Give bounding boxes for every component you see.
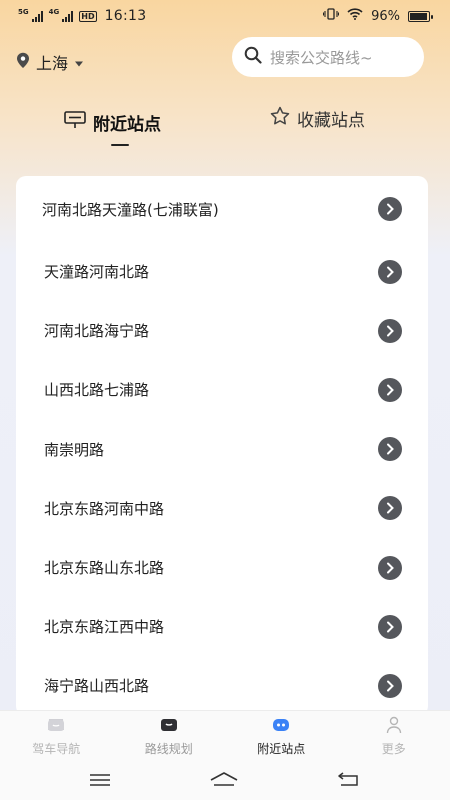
bottom-navigation: 驾车导航 路线规划 附近站点 更多: [0, 710, 450, 762]
signal-icon: [31, 10, 43, 22]
nav-label: 驾车导航: [32, 742, 81, 756]
nav-route-planning[interactable]: 路线规划: [119, 716, 219, 757]
route-plan-icon: [159, 716, 179, 737]
list-item[interactable]: 河南北路天潼路(七浦联富): [16, 176, 428, 242]
tab-favorite-stops[interactable]: 收藏站点: [270, 106, 365, 131]
search-placeholder: 搜索公交路线~: [270, 48, 373, 67]
system-navigation-bar: [0, 762, 450, 800]
signal-icon-2: [62, 10, 74, 22]
status-right: 96%: [323, 8, 433, 24]
stop-name: 海宁路山西北路: [44, 677, 150, 696]
stop-name: 北京东路河南中路: [44, 499, 165, 518]
chevron-right-icon[interactable]: [378, 555, 402, 580]
stop-name: 北京东路山东北路: [44, 559, 165, 578]
nearby-stop-icon: [271, 716, 291, 737]
list-item[interactable]: 北京东路河南中路: [16, 479, 428, 538]
chevron-right-icon[interactable]: [378, 318, 402, 343]
list-item[interactable]: 山西北路七浦路: [16, 360, 428, 419]
list-item[interactable]: 北京东路山东北路: [16, 538, 428, 597]
battery-percent: 96%: [371, 8, 400, 24]
stop-name: 河南北路海宁路: [44, 322, 150, 341]
car-nav-icon: [46, 716, 66, 737]
bus-stop-sign-icon: [64, 111, 86, 134]
list-item[interactable]: 南崇明路: [16, 420, 428, 479]
tab-label: 附近站点: [93, 115, 161, 135]
stop-tabs: 附近站点 收藏站点: [0, 100, 450, 160]
active-tab-indicator: [111, 144, 129, 146]
search-icon: [244, 46, 262, 68]
tab-label: 收藏站点: [297, 111, 365, 131]
search-input[interactable]: 搜索公交路线~: [232, 37, 424, 77]
chevron-right-icon[interactable]: [378, 673, 402, 698]
chevron-right-icon[interactable]: [378, 496, 402, 521]
network-type-1: 5G: [18, 8, 29, 16]
nav-label: 更多: [381, 742, 406, 756]
nav-label: 路线规划: [144, 742, 193, 756]
chevron-down-icon: [74, 53, 84, 72]
list-item[interactable]: 河南北路海宁路: [16, 301, 428, 360]
city-label: 上海: [36, 54, 69, 73]
wifi-icon: [347, 8, 363, 24]
network-type-2: 4G: [48, 8, 60, 16]
list-item[interactable]: 天潼路河南北路: [16, 242, 428, 301]
stop-name: 河南北路天潼路(七浦联富): [42, 200, 219, 219]
status-left: 5G 4G HD 16:13: [18, 8, 146, 24]
menu-icon[interactable]: [89, 772, 111, 791]
location-pin-icon: [16, 52, 30, 73]
chevron-right-icon[interactable]: [378, 614, 402, 639]
chevron-right-icon[interactable]: [378, 437, 402, 462]
more-user-icon: [384, 716, 404, 737]
status-bar: 5G 4G HD 16:13 96%: [0, 0, 450, 32]
chevron-right-icon[interactable]: [378, 259, 402, 284]
battery-icon: [408, 10, 433, 22]
chevron-right-icon[interactable]: [378, 377, 402, 402]
list-item[interactable]: 北京东路江西中路: [16, 597, 428, 656]
nav-nearby-stops[interactable]: 附近站点: [231, 716, 331, 757]
home-icon[interactable]: [209, 771, 239, 791]
nav-more[interactable]: 更多: [344, 716, 444, 757]
city-selector[interactable]: 上海: [16, 50, 84, 74]
back-icon[interactable]: [337, 771, 361, 791]
nav-label: 附近站点: [257, 742, 306, 756]
tab-nearby-stops[interactable]: 附近站点: [64, 110, 161, 135]
nearby-stops-list: 河南北路天潼路(七浦联富) 天潼路河南北路 河南北路海宁路 山西北路七浦路 南崇…: [16, 176, 428, 716]
chevron-right-icon[interactable]: [378, 197, 402, 221]
stop-name: 天潼路河南北路: [44, 263, 150, 282]
hd-badge: HD: [79, 10, 97, 22]
nav-car-navigation[interactable]: 驾车导航: [6, 716, 106, 757]
star-icon: [270, 106, 290, 131]
stop-name: 北京东路江西中路: [44, 618, 165, 637]
clock: 16:13: [104, 8, 147, 24]
stop-name: 山西北路七浦路: [44, 381, 150, 400]
vibrate-icon: [323, 8, 340, 24]
list-item[interactable]: 海宁路山西北路: [16, 656, 428, 715]
stop-name: 南崇明路: [44, 440, 105, 459]
